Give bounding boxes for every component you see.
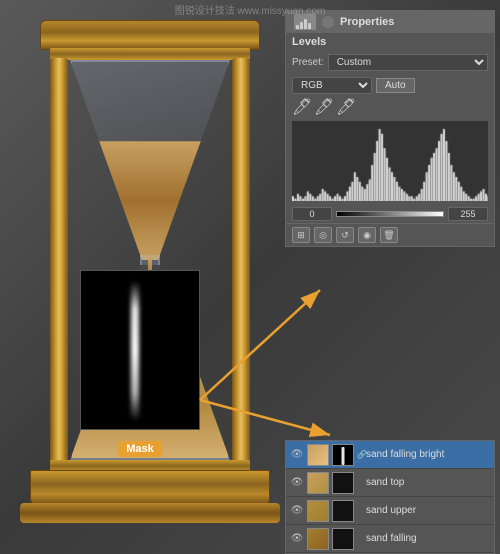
levels-label: Levels bbox=[292, 36, 326, 48]
eyedropper-tools: 🖊 🖊 🖊 bbox=[286, 97, 494, 117]
layer-visibility-eye[interactable]: 👁 bbox=[290, 504, 304, 518]
histogram-canvas bbox=[292, 121, 488, 201]
visibility-icon[interactable]: ◉ bbox=[358, 227, 376, 243]
mask-label: Mask bbox=[118, 441, 162, 457]
preset-select[interactable]: Custom bbox=[328, 54, 488, 71]
sand-top bbox=[72, 141, 228, 260]
layer-mask-thumbnail[interactable] bbox=[332, 444, 354, 466]
layer-row-sand-falling[interactable]: 👁 sand falling bbox=[286, 525, 494, 553]
black-point-eyedropper[interactable]: 🖊 bbox=[292, 99, 310, 115]
preset-label: Preset: bbox=[292, 57, 324, 68]
channel-select[interactable]: RGB bbox=[292, 77, 372, 94]
input-levels-row[interactable] bbox=[286, 205, 494, 223]
layer-visibility-eye[interactable]: 👁 bbox=[290, 448, 304, 462]
layer-name: sand falling bbox=[366, 533, 490, 544]
circle-icon bbox=[322, 16, 334, 28]
channel-row[interactable]: RGB Auto bbox=[286, 74, 494, 97]
layer-thumbnail bbox=[307, 472, 329, 494]
layer-row-sand-upper[interactable]: 👁 sand upper bbox=[286, 497, 494, 525]
layer-name: sand top bbox=[366, 477, 490, 488]
reset-icon[interactable]: ↺ bbox=[336, 227, 354, 243]
hourglass-foot bbox=[20, 503, 280, 523]
layer-visibility-eye[interactable]: 👁 bbox=[290, 532, 304, 546]
view-mask-icon[interactable]: ◎ bbox=[314, 227, 332, 243]
white-input[interactable] bbox=[448, 207, 488, 221]
pillar-right bbox=[232, 58, 250, 498]
layer-mask-thumbnail[interactable] bbox=[332, 528, 354, 550]
midpoint-eyedropper[interactable]: 🖊 bbox=[314, 99, 332, 115]
layer-visibility-eye[interactable]: 👁 bbox=[290, 476, 304, 490]
hourglass-top-bar bbox=[50, 48, 250, 60]
layer-name: sand falling bright bbox=[366, 449, 490, 460]
layer-thumbnail bbox=[307, 444, 329, 466]
layer-mask-thumbnail[interactable] bbox=[332, 500, 354, 522]
layer-mask-thumbnail[interactable] bbox=[332, 472, 354, 494]
histogram bbox=[292, 121, 488, 201]
properties-panel: Properties Levels Preset: Custom RGB Aut… bbox=[285, 10, 495, 247]
glass-top-chamber bbox=[70, 60, 230, 260]
auto-button[interactable]: Auto bbox=[376, 78, 415, 93]
delete-icon[interactable]: 🗑 bbox=[380, 227, 398, 243]
watermark: 图锐设计技法 www.missyuan.com bbox=[175, 2, 326, 17]
black-input[interactable] bbox=[292, 207, 332, 221]
levels-slider[interactable] bbox=[336, 211, 444, 217]
clip-to-layer-icon[interactable]: ⊞ bbox=[292, 227, 310, 243]
white-point-eyedropper[interactable]: 🖊 bbox=[336, 99, 354, 115]
mask-image: Mask bbox=[80, 270, 200, 430]
layer-link-icon: 🔗 bbox=[357, 450, 363, 459]
layer-name: sand upper bbox=[366, 505, 490, 516]
layer-row-sand-top[interactable]: 👁 sand top bbox=[286, 469, 494, 497]
layer-row-sand-falling-bright[interactable]: 👁 🔗 sand falling bright bbox=[286, 441, 494, 469]
layer-thumbnail bbox=[307, 528, 329, 550]
layers-panel: 👁 🔗 sand falling bright 👁 sand top 👁 san… bbox=[285, 440, 495, 554]
mask-streak bbox=[131, 281, 139, 421]
hourglass-top-cap bbox=[40, 20, 260, 50]
layer-thumbnail bbox=[307, 500, 329, 522]
toolbar-row: ⊞ ◎ ↺ ◉ 🗑 bbox=[286, 223, 494, 246]
preset-row[interactable]: Preset: Custom bbox=[286, 51, 494, 74]
hourglass-bottom-cap bbox=[30, 470, 270, 505]
properties-title-text: Properties bbox=[340, 16, 394, 28]
pillar-left bbox=[50, 58, 68, 498]
levels-row: Levels bbox=[286, 33, 494, 51]
